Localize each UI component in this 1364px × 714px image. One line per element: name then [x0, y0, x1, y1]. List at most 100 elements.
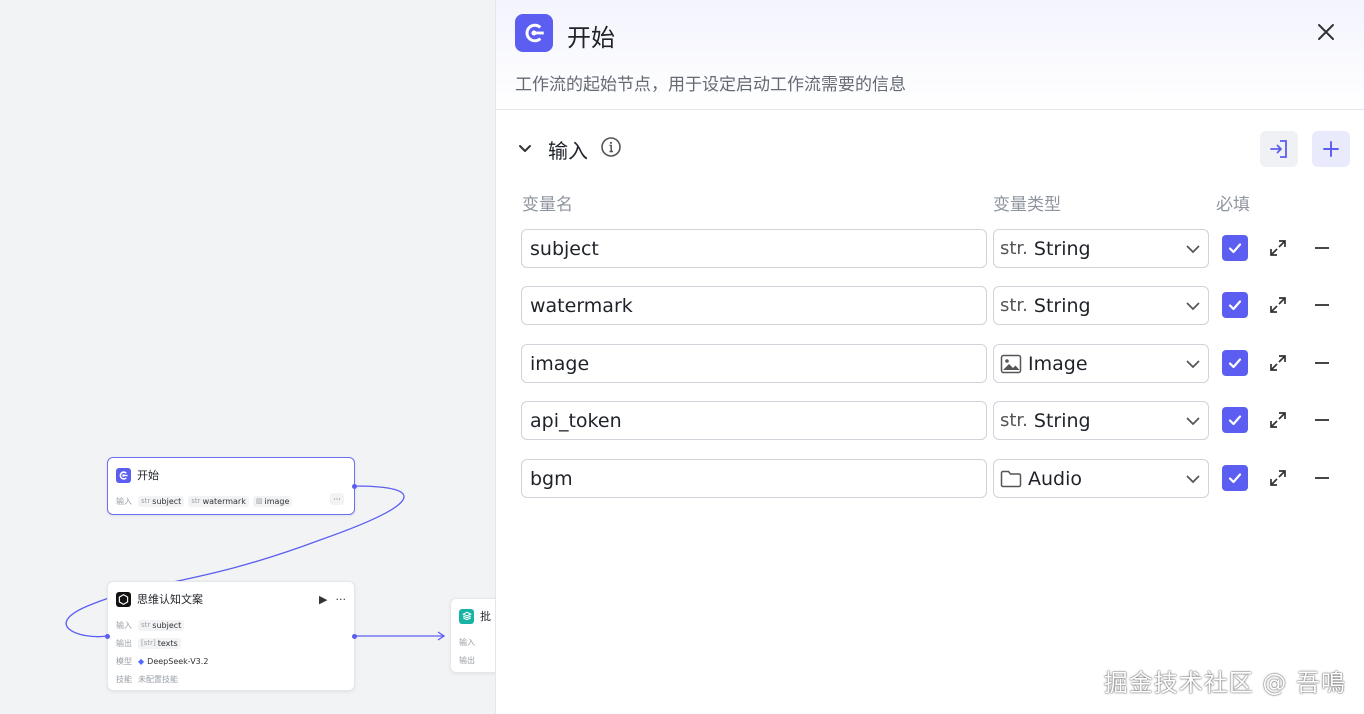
input-tag: str subject — [138, 495, 185, 507]
menu-icon[interactable]: ··· — [336, 593, 347, 606]
check-icon — [1228, 415, 1242, 426]
check-icon — [1228, 300, 1242, 311]
chevron-down-icon — [1186, 359, 1200, 368]
remove-variable-icon[interactable] — [1312, 468, 1332, 488]
remove-variable-icon[interactable] — [1312, 238, 1332, 258]
input-tag: str watermark — [188, 495, 249, 507]
column-header-name: 变量名 — [522, 195, 573, 215]
chevron-down-icon[interactable] — [516, 140, 534, 158]
variable-name-input[interactable]: image — [521, 344, 987, 383]
import-icon — [1270, 140, 1287, 158]
deepseek-icon: ◆ — [138, 656, 145, 666]
variable-row: watermark str. String — [521, 286, 1356, 326]
input-section-header: 输入 — [496, 128, 1364, 170]
llm-input-row: 输入 str subject — [108, 616, 354, 634]
required-checkbox[interactable] — [1222, 235, 1248, 261]
variable-name-input[interactable]: watermark — [521, 286, 987, 325]
import-variables-button[interactable] — [1260, 131, 1298, 167]
required-checkbox[interactable] — [1222, 407, 1248, 433]
info-icon[interactable] — [600, 136, 622, 158]
type-label: String — [1033, 409, 1091, 432]
check-icon — [1228, 473, 1242, 484]
input-tag: str subject — [138, 619, 185, 631]
column-header-required: 必填 — [1216, 195, 1250, 215]
workflow-canvas[interactable]: 开始 输入 str subject str watermark ▨ image ···… — [0, 0, 495, 714]
site-watermark: 掘金技术社区 @ 吾鳴 — [1103, 669, 1346, 697]
output-label: 输出 — [459, 655, 475, 665]
expand-icon[interactable] — [1268, 353, 1288, 373]
variable-type-select[interactable]: str. String — [993, 401, 1209, 440]
input-tag: ▨ image — [252, 495, 293, 507]
variable-type-select[interactable]: str. String — [993, 229, 1209, 268]
node-settings-panel: 开始 工作流的起始节点，用于设定启动工作流需要的信息 输入 变量名 变量类型 必… — [495, 0, 1364, 714]
expand-icon[interactable] — [1268, 468, 1288, 488]
variable-row: api_token str. String — [521, 401, 1356, 441]
add-variable-button[interactable] — [1312, 131, 1350, 167]
section-title: 输入 — [548, 139, 588, 163]
plus-icon — [1323, 141, 1339, 157]
start-node[interactable]: 开始 输入 str subject str watermark ▨ image ··· — [107, 457, 357, 515]
required-checkbox[interactable] — [1222, 350, 1248, 376]
panel-header: 开始 工作流的起始节点，用于设定启动工作流需要的信息 — [496, 0, 1364, 110]
variable-name-input[interactable]: bgm — [521, 459, 987, 498]
start-node-title: 开始 — [137, 469, 159, 482]
output-port[interactable] — [352, 634, 357, 639]
run-icon[interactable]: ▶ — [319, 593, 327, 606]
chevron-down-icon — [1186, 474, 1200, 483]
remove-variable-icon[interactable] — [1312, 410, 1332, 430]
variable-row: image Image — [521, 344, 1356, 384]
variable-name-input[interactable]: subject — [521, 229, 987, 268]
chevron-down-icon — [1186, 416, 1200, 425]
output-port[interactable] — [352, 484, 357, 489]
str-icon: str. — [1000, 410, 1028, 431]
batch-input-row: 输入 — [451, 633, 495, 651]
batch-output-row: 输出 — [451, 651, 495, 669]
variable-row: subject str. String — [521, 229, 1356, 269]
expand-icon[interactable] — [1268, 238, 1288, 258]
variable-type-select[interactable]: Audio — [993, 459, 1209, 498]
llm-node-title: 思维认知文案 — [137, 593, 203, 606]
input-label: 输入 — [459, 637, 475, 647]
llm-model-row: 模型 ◆ DeepSeek-V3.2 — [108, 652, 354, 670]
close-icon[interactable] — [1314, 20, 1338, 44]
str-icon: str. — [1000, 238, 1028, 259]
llm-output-row: 输出 [str] texts — [108, 634, 354, 652]
batch-node[interactable]: 批 输入 输出 — [450, 598, 495, 673]
llm-node[interactable]: 思维认知文案 ▶ ··· 输入 str subject 输出 [str] texts… — [105, 581, 357, 691]
str-icon: str. — [1000, 295, 1028, 316]
type-label: String — [1033, 237, 1091, 260]
expand-icon[interactable] — [1268, 410, 1288, 430]
variable-name-input[interactable]: api_token — [521, 401, 987, 440]
more-tags-button[interactable]: ··· — [330, 493, 344, 505]
start-node-icon — [515, 14, 553, 52]
input-label: 输入 — [116, 620, 132, 630]
folder-icon — [1000, 469, 1022, 489]
variable-type-select[interactable]: Image — [993, 344, 1209, 383]
variable-row: bgm Audio — [521, 459, 1356, 499]
panel-title: 开始 — [567, 24, 615, 52]
type-label: Audio — [1028, 467, 1083, 490]
column-header-type: 变量类型 — [993, 195, 1061, 215]
model-label: 模型 — [116, 656, 132, 666]
chevron-down-icon — [1186, 244, 1200, 253]
llm-icon — [116, 591, 131, 607]
output-tag: [str] texts — [138, 637, 181, 649]
type-label: Image — [1028, 352, 1088, 375]
image-icon: ▨ — [255, 497, 263, 505]
check-icon — [1228, 243, 1242, 254]
llm-skill-row: 技能 未配置技能 — [108, 670, 354, 688]
variable-type-select[interactable]: str. String — [993, 286, 1209, 325]
remove-variable-icon[interactable] — [1312, 295, 1332, 315]
input-port[interactable] — [105, 634, 110, 639]
required-checkbox[interactable] — [1222, 292, 1248, 318]
remove-variable-icon[interactable] — [1312, 353, 1332, 373]
batch-icon — [459, 608, 474, 624]
start-node-icon — [116, 467, 131, 483]
panel-description: 工作流的起始节点，用于设定启动工作流需要的信息 — [515, 75, 906, 95]
expand-icon[interactable] — [1268, 295, 1288, 315]
skill-label: 技能 — [116, 674, 132, 684]
input-label: 输入 — [116, 496, 132, 506]
skill-value: 未配置技能 — [138, 674, 178, 684]
required-checkbox[interactable] — [1222, 465, 1248, 491]
batch-node-title: 批 — [480, 610, 491, 623]
